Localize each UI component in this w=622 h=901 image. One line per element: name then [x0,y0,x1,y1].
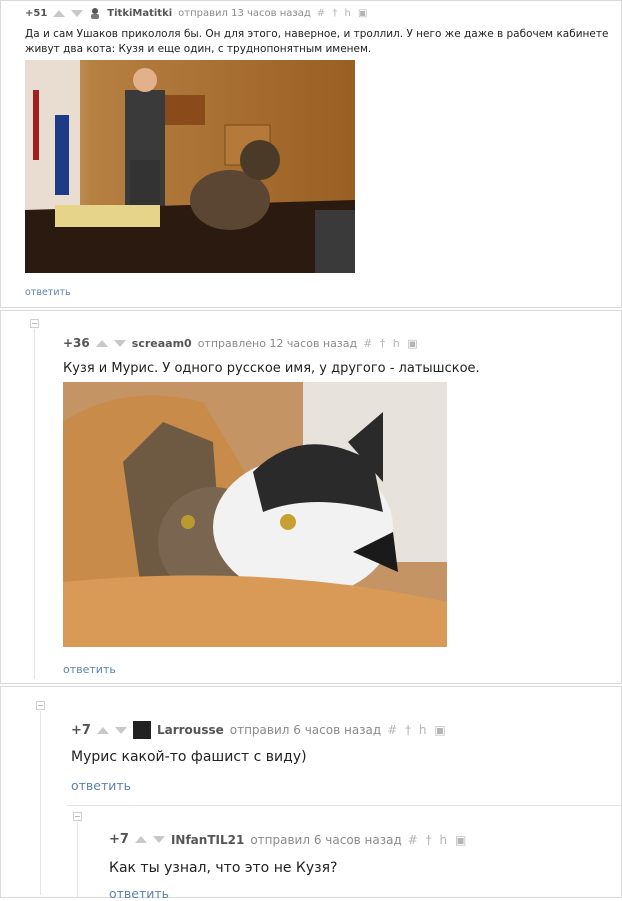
comment-4-time: отправил 6 часов назад [250,832,402,847]
comment-1-header: +51 TitkiMatitki отправил 13 часов назад… [25,7,370,19]
downvote-icon[interactable] [152,836,165,843]
hash-icon[interactable]: # [317,8,327,19]
comment-3-header: +7 Larrousse отправил 6 часов назад # † … [71,721,448,739]
comment-4-author[interactable]: INfanTIL21 [171,833,244,847]
comment-1-author[interactable]: TitkiMatitki [107,8,172,19]
collapse-icon[interactable] [36,701,45,710]
save-icon[interactable]: ▣ [434,723,447,737]
upvote-icon[interactable] [53,9,66,17]
comment-2: +36 screaam0 отправлено 12 часов назад #… [0,310,622,684]
comment-1-reply-link[interactable]: ответить [25,287,71,298]
hash-icon[interactable]: # [363,337,374,350]
comment-1-score: +51 [25,7,48,19]
collapse-icon[interactable] [30,319,39,328]
comment-3-tools: # † h ▣ [387,723,448,737]
downvote-icon[interactable] [71,9,84,17]
comment-4-score: +7 [109,832,129,847]
comment-2-reply-link[interactable]: ответить [63,663,116,676]
comment-3-text: Мурис какой-то фашист с виду) [71,749,307,765]
hash-icon[interactable]: # [408,833,420,847]
comment-3-author[interactable]: Larrousse [157,723,224,737]
thread-line [77,822,78,898]
downvote-icon[interactable] [113,339,126,347]
comment-2-text: Кузя и Мурис. У одного русское имя, у др… [63,361,480,376]
photo-office-cat [25,60,355,273]
comment-4-reply-link[interactable]: ответить [109,886,169,901]
flag-icon[interactable]: h [440,833,450,847]
upvote-icon[interactable] [96,726,109,734]
pin-icon[interactable]: † [380,337,388,350]
save-icon[interactable]: ▣ [455,833,468,847]
comment-3-score: +7 [71,722,91,738]
comment-2-header: +36 screaam0 отправлено 12 часов назад #… [63,336,420,350]
photo-two-cats [63,382,447,647]
flag-icon[interactable]: h [345,8,353,19]
avatar-icon [132,721,151,739]
comment-3-time: отправил 6 часов назад [229,723,382,737]
collapse-icon[interactable] [73,812,82,821]
downvote-icon[interactable] [114,726,127,734]
comment-4-tools: # † h ▣ [408,833,469,847]
flag-icon[interactable]: h [419,723,429,737]
save-icon[interactable]: ▣ [358,8,369,19]
comment-1-time: отправил 13 часов назад [178,7,311,19]
pin-icon[interactable]: † [426,833,434,847]
comment-3: +7 Larrousse отправил 6 часов назад # † … [0,686,622,901]
hash-icon[interactable]: # [387,723,399,737]
upvote-icon[interactable] [134,836,147,843]
pin-icon[interactable]: † [332,8,339,19]
thread-line [34,329,35,679]
comment-2-tools: # † h ▣ [363,337,420,350]
avatar-icon [89,7,101,19]
save-icon[interactable]: ▣ [407,337,419,350]
thread-line [40,711,41,895]
comment-1-text: Да и сам Ушаков прикололя бы. Он для это… [25,28,609,55]
comment-4: +7 INfanTIL21 отправил 6 часов назад # †… [67,805,621,901]
upvote-icon[interactable] [95,339,108,347]
comment-4-header: +7 INfanTIL21 отправил 6 часов назад # †… [109,832,468,847]
comment-1: +51 TitkiMatitki отправил 13 часов назад… [0,0,622,308]
comment-2-author[interactable]: screaam0 [132,337,192,350]
comment-3-reply-link[interactable]: ответить [71,778,131,793]
comment-2-time: отправлено 12 часов назад [197,336,358,350]
flag-icon[interactable]: h [393,337,402,350]
comment-2-score: +36 [63,336,90,350]
comment-1-tools: # † h ▣ [317,8,370,19]
pin-icon[interactable]: † [405,723,413,737]
comment-4-text: Как ты узнал, что это не Кузя? [109,860,338,876]
